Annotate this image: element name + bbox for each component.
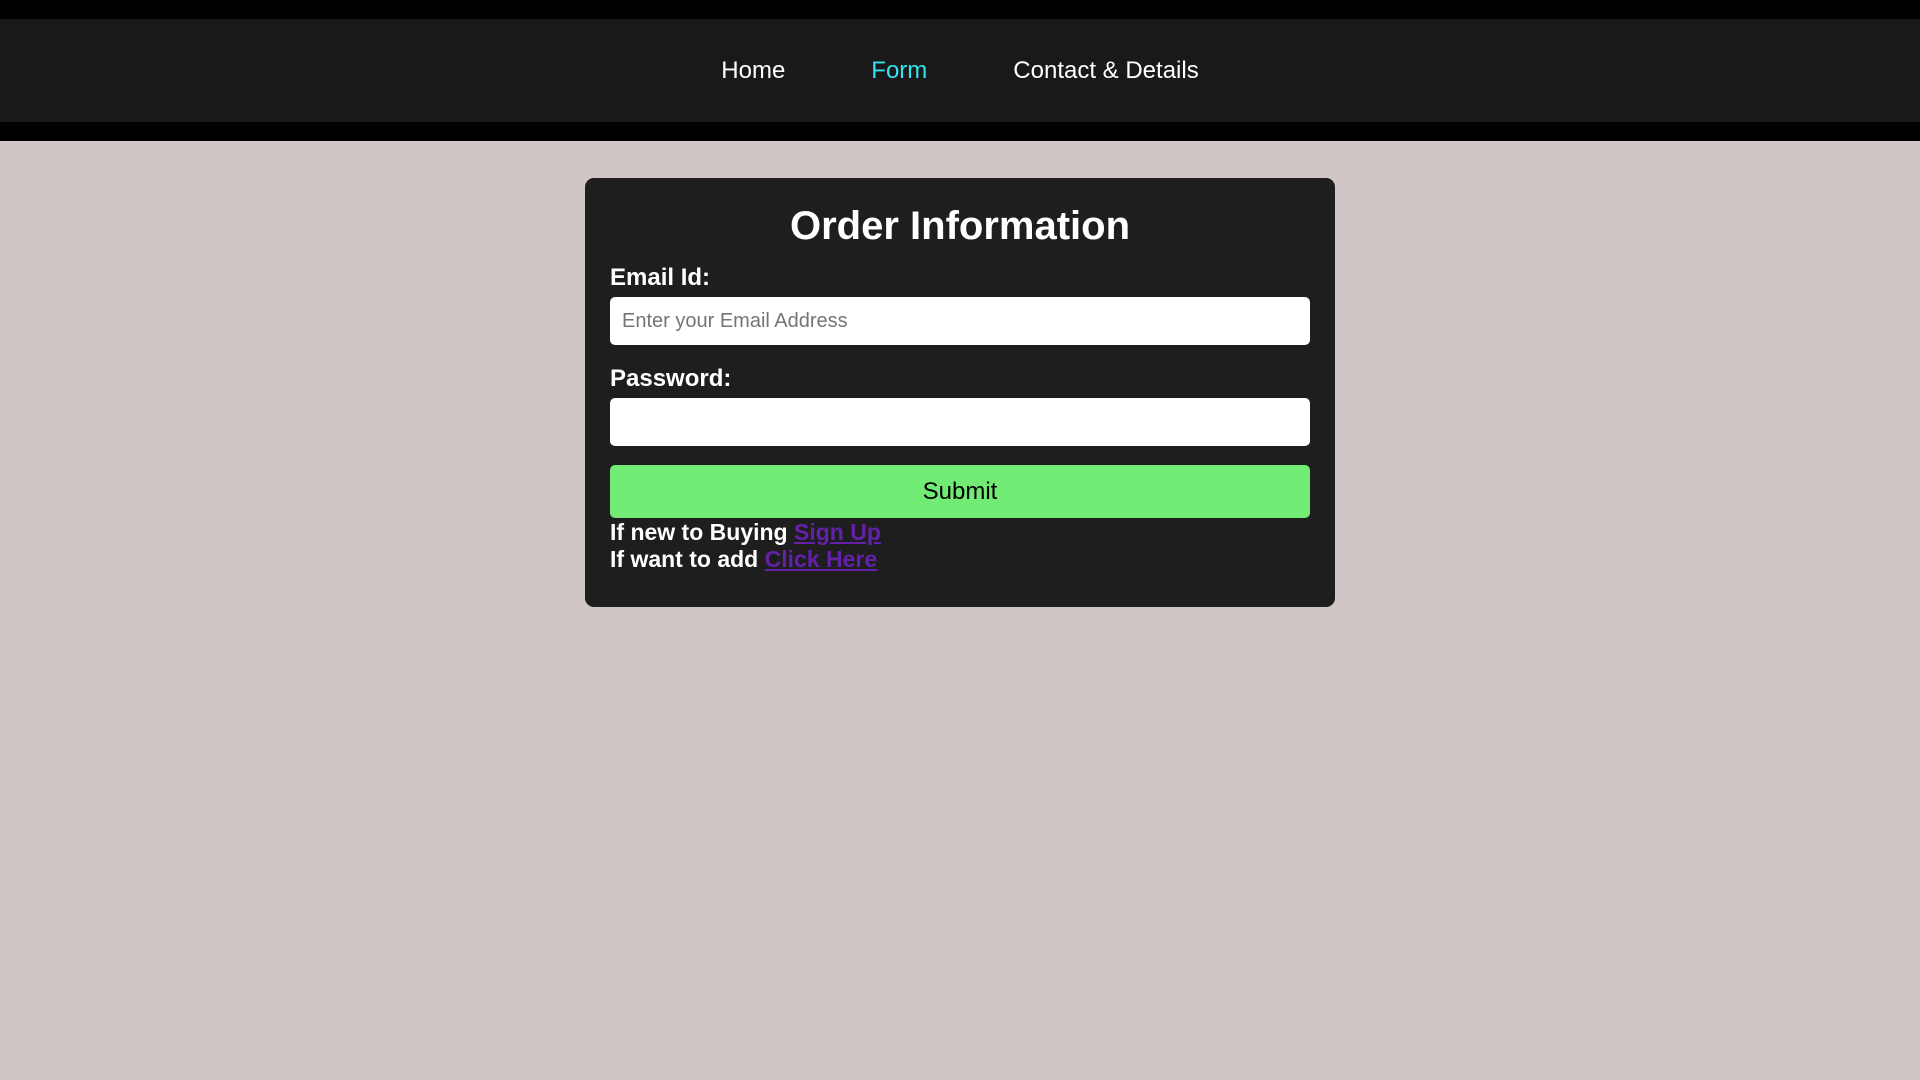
password-label: Password: (610, 365, 732, 392)
nav-link-form[interactable]: Form (871, 57, 927, 85)
add-line: If want to add Click Here (610, 546, 1310, 573)
email-input[interactable] (610, 297, 1310, 345)
add-prefix-text: If want to add (610, 546, 759, 572)
order-form-card: Order Information Email Id: Password: Su… (585, 178, 1335, 607)
submit-button[interactable]: Submit (610, 465, 1310, 518)
email-label: Email Id: (610, 264, 711, 291)
signup-link[interactable]: Sign Up (794, 519, 881, 545)
nav-link-home[interactable]: Home (721, 57, 785, 85)
add-link[interactable]: Click Here (765, 546, 878, 572)
password-input[interactable] (610, 398, 1310, 446)
form-title: Order Information (789, 204, 1131, 248)
signup-prefix-text: If new to Buying (610, 519, 788, 545)
nav-link-contact-details[interactable]: Contact & Details (1013, 57, 1198, 85)
signup-line: If new to Buying Sign Up (610, 519, 1310, 546)
main-navbar: Home Form Contact & Details (0, 19, 1920, 122)
